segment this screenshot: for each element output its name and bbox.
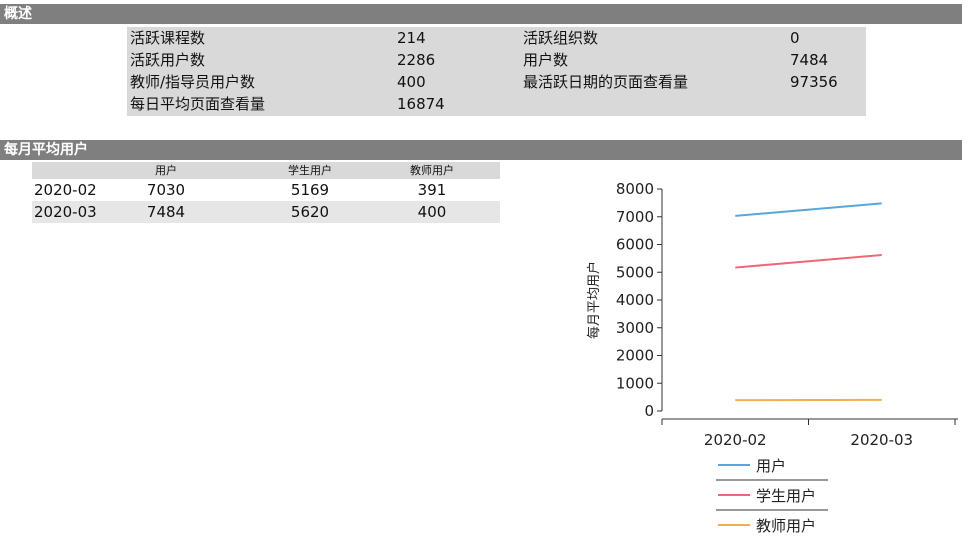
y-tick-label: 8000 [616,180,654,198]
mau-cell-teachers: 391 [417,181,447,199]
overview-label: 每日平均页面查看量 [130,95,266,113]
y-tick-label: 3000 [616,319,654,337]
overview-value: 7484 [790,51,829,69]
overview-value: 16874 [397,95,445,113]
mau-cell-users: 7030 [146,181,186,199]
mau-cell-teachers: 400 [417,203,447,221]
table-row: 2020-02 7030 5169 391 [32,179,500,201]
overview-value: 2286 [397,51,436,69]
overview-label: 最活跃日期的页面查看量 [523,73,689,91]
overview-value: 97356 [790,73,838,91]
y-tick-label: 5000 [616,263,654,281]
mau-cell-students: 5620 [290,203,330,221]
y-tick-label: 1000 [616,374,654,392]
overview-label: 用户数 [523,51,569,69]
mau-line-chart: 0 1000 2000 3000 4000 5000 6000 7000 8000 2020-02… [586,180,958,535]
overview-label: 活跃课程数 [130,29,206,47]
y-tick-label: 7000 [616,208,654,226]
mau-section-title: 每月平均用户 [0,140,962,160]
y-axis-label: 每月平均用户 [586,261,602,339]
overview-value: 214 [397,29,426,47]
mau-cell-date: 2020-03 [34,203,97,221]
x-tick-label: 2020-02 [704,431,767,449]
series-line-0 [735,202,882,217]
overview-label: 活跃用户数 [130,51,206,69]
overview-value: 0 [790,29,800,47]
y-tick-label: 6000 [616,236,654,254]
overview-label: 活跃组织数 [523,29,599,47]
overview-section-title: 概述 [0,4,962,24]
mau-cell-users: 7484 [146,203,186,221]
y-tick-label: 4000 [616,291,654,309]
table-row: 2020-03 7484 5620 400 [32,201,500,223]
mau-header-users: 用户 [155,164,177,177]
mau-cell-students: 5169 [290,181,330,199]
overview-label: 教师/指导员用户数 [130,73,256,91]
overview-panel: 活跃课程数 214 活跃组织数 0 活跃用户数 2286 用户数 7484 教师… [127,27,866,116]
legend-label: 学生用户 [756,487,816,505]
y-tick-label: 2000 [616,347,654,365]
legend-label: 教师用户 [756,517,816,535]
legend-label: 用户 [756,457,786,475]
mau-cell-date: 2020-02 [34,181,97,199]
mau-header-teachers: 教师用户 [410,164,454,177]
mau-table: 用户 学生用户 教师用户 2020-02 7030 5169 391 2020-… [32,162,500,223]
x-tick-label: 2020-03 [850,431,913,449]
y-tick-label: 0 [644,402,654,420]
mau-table-header: 用户 学生用户 教师用户 [32,162,500,179]
mau-header-students: 学生用户 [288,164,332,177]
series-line-1 [735,254,882,269]
overview-value: 400 [397,73,426,91]
